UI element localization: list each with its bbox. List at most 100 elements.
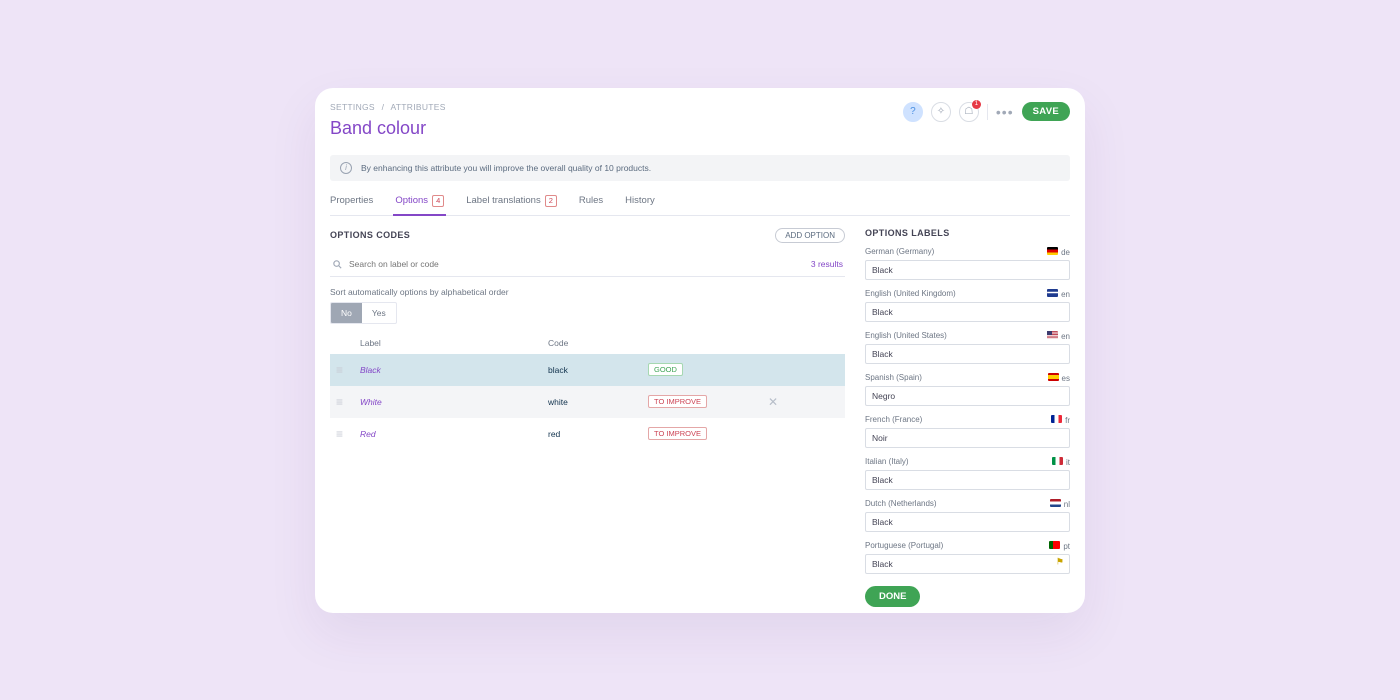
language-name: English (United States) [865, 331, 947, 341]
search-result-count: 3 results [811, 259, 843, 269]
drag-handle-icon[interactable]: ≡ [336, 427, 360, 441]
option-label: Red [360, 429, 548, 439]
table-row[interactable]: ≡RedredTO IMPROVE [330, 418, 845, 450]
language-code: en [1047, 289, 1070, 299]
sort-toggle-no[interactable]: No [331, 303, 362, 323]
options-codes-header: OPTIONS CODES ADD OPTION [330, 228, 845, 243]
tab-badge: 4 [432, 195, 444, 207]
magic-icon[interactable]: ✧ [931, 102, 951, 122]
col-code: Code [548, 338, 648, 348]
heading-block: SETTINGS / ATTRIBUTES Band colour [330, 102, 446, 139]
add-option-button[interactable]: ADD OPTION [775, 228, 845, 243]
option-quality: TO IMPROVE [648, 427, 768, 440]
language-name: Dutch (Netherlands) [865, 499, 937, 509]
options-rows: ≡BlackblackGOOD≡WhitewhiteTO IMPROVE✕≡Re… [330, 354, 845, 450]
translation-input[interactable] [865, 344, 1070, 364]
search-row: 3 results [330, 253, 845, 277]
breadcrumb-sep: / [382, 102, 385, 112]
language-field: English (United States) en [865, 331, 1070, 364]
help-icon[interactable]: ? [903, 102, 923, 122]
option-code: white [548, 397, 648, 407]
tab-rules[interactable]: Rules [579, 195, 603, 215]
language-code: pt [1049, 541, 1070, 551]
translation-input[interactable] [865, 428, 1070, 448]
flag-icon [1049, 541, 1060, 549]
flag-icon [1047, 331, 1058, 339]
flag-icon [1048, 373, 1059, 381]
tab-badge: 2 [545, 195, 557, 207]
notifications-icon[interactable]: ☖ 1 [959, 102, 979, 122]
topbar: SETTINGS / ATTRIBUTES Band colour ? ✧ ☖ … [330, 102, 1070, 139]
translation-input[interactable] [865, 386, 1070, 406]
language-code: en [1047, 331, 1070, 341]
table-row[interactable]: ≡WhitewhiteTO IMPROVE✕ [330, 386, 845, 418]
sort-toggle[interactable]: No Yes [330, 302, 397, 324]
flag-icon [1052, 457, 1063, 465]
option-label: White [360, 397, 548, 407]
option-quality: TO IMPROVE [648, 395, 768, 408]
sort-toggle-yes[interactable]: Yes [362, 303, 396, 323]
language-code: nl [1050, 499, 1070, 509]
tab-properties[interactable]: Properties [330, 195, 373, 215]
done-button[interactable]: DONE [865, 586, 920, 607]
option-quality: GOOD [648, 363, 768, 376]
options-table-header: Label Code [330, 338, 845, 348]
flag-icon [1050, 499, 1061, 507]
page-title: Band colour [330, 118, 446, 139]
breadcrumb-2[interactable]: ATTRIBUTES [390, 102, 445, 112]
option-code: red [548, 429, 648, 439]
notification-badge: 1 [972, 100, 981, 109]
translation-input[interactable] [865, 554, 1070, 574]
search-icon [332, 259, 343, 270]
language-name: Italian (Italy) [865, 457, 909, 467]
option-label: Black [360, 365, 548, 375]
translation-input[interactable] [865, 302, 1070, 322]
table-row[interactable]: ≡BlackblackGOOD [330, 354, 845, 386]
language-name: Portuguese (Portugal) [865, 541, 943, 551]
flag-icon [1047, 289, 1058, 297]
col-label: Label [360, 338, 548, 348]
banner-text: By enhancing this attribute you will imp… [361, 163, 651, 173]
language-code: fr [1051, 415, 1070, 425]
tab-options[interactable]: Options 4 [395, 195, 444, 215]
language-field: Spanish (Spain)es [865, 373, 1070, 406]
more-menu-icon[interactable]: ••• [996, 104, 1014, 120]
attribute-edit-card: SETTINGS / ATTRIBUTES Band colour ? ✧ ☖ … [315, 88, 1085, 613]
tab-label: Properties [330, 195, 373, 206]
options-labels-title: OPTIONS LABELS [865, 228, 1070, 238]
tab-label: Options [395, 195, 428, 206]
language-name: English (United Kingdom) [865, 289, 956, 299]
content-body: OPTIONS CODES ADD OPTION 3 results Sort … [330, 228, 1070, 607]
language-code: it [1052, 457, 1070, 467]
tab-label: Rules [579, 195, 603, 206]
drag-handle-icon[interactable]: ≡ [336, 395, 360, 409]
header-actions: ? ✧ ☖ 1 ••• SAVE [903, 102, 1070, 122]
quality-banner: i By enhancing this attribute you will i… [330, 155, 1070, 181]
language-field: French (France) fr [865, 415, 1070, 448]
translation-input[interactable] [865, 470, 1070, 490]
search-input[interactable] [349, 259, 811, 269]
language-field: Dutch (Netherlands) nl [865, 499, 1070, 532]
tab-history[interactable]: History [625, 195, 655, 215]
options-codes-title: OPTIONS CODES [330, 230, 410, 240]
language-field: English (United Kingdom) en [865, 289, 1070, 322]
translation-input[interactable] [865, 512, 1070, 532]
language-name: Spanish (Spain) [865, 373, 922, 383]
tab-label: Label translations [466, 195, 540, 206]
language-name: French (France) [865, 415, 922, 425]
breadcrumb-1[interactable]: SETTINGS [330, 102, 375, 112]
flag-icon [1047, 247, 1058, 255]
language-code: de [1047, 247, 1070, 257]
translation-input[interactable] [865, 260, 1070, 280]
tab-label-translations[interactable]: Label translations 2 [466, 195, 557, 215]
delete-option-icon[interactable]: ✕ [768, 395, 788, 409]
header-divider [987, 104, 988, 120]
save-button[interactable]: SAVE [1022, 102, 1070, 121]
breadcrumb: SETTINGS / ATTRIBUTES [330, 102, 446, 112]
flag-icon [1051, 415, 1062, 423]
options-labels-panel: OPTIONS LABELS German (Germany) de English… [865, 228, 1070, 607]
options-codes-panel: OPTIONS CODES ADD OPTION 3 results Sort … [330, 228, 845, 607]
option-code: black [548, 365, 648, 375]
drag-handle-icon[interactable]: ≡ [336, 363, 360, 377]
language-name: German (Germany) [865, 247, 934, 257]
